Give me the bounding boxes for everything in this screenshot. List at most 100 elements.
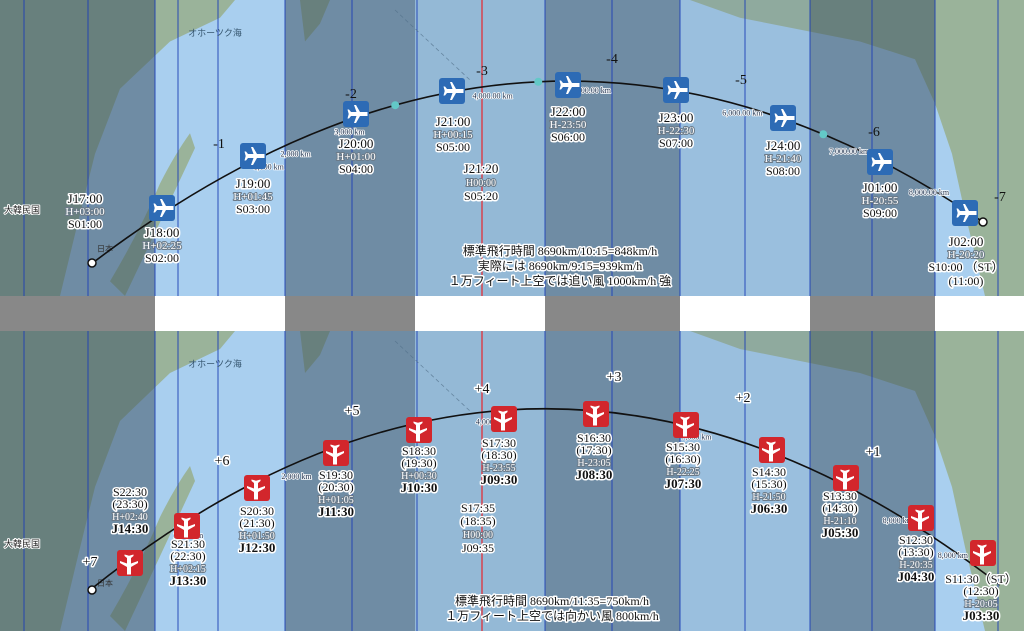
- plane-right-icon: [149, 195, 175, 221]
- plane-left-icon: [406, 417, 432, 443]
- outbound-local-time: J23:00: [659, 110, 694, 125]
- plane-left-icon: [323, 440, 349, 466]
- plane-left-icon: [673, 412, 699, 438]
- plane-left-icon: [759, 437, 785, 463]
- divider-shade: [810, 296, 935, 331]
- timezone-offset-label: +5: [345, 404, 360, 419]
- outbound-local-time: J18:00: [145, 225, 180, 240]
- distance-label: 2,000 km: [281, 472, 312, 481]
- flight-speed-note: １万フィート上空では追い風 1000km/h 強: [449, 273, 671, 288]
- flight-speed-note: １万フィート上空では向かい風 800km/h: [445, 608, 658, 623]
- return-departure-dst: (14:30): [822, 501, 857, 515]
- return-japan-time: J11:30: [318, 504, 354, 519]
- timezone-offset-label: -6: [868, 125, 880, 140]
- timezone-offset-label: -5: [735, 73, 747, 88]
- dateline-return-hawaii: H00:00: [463, 530, 493, 541]
- timezone-offset-label: -2: [345, 87, 357, 102]
- waypoint-dot: [391, 101, 400, 110]
- return-departure-dst: (20:30): [318, 480, 353, 494]
- return-departure-dst: (22:30): [170, 549, 205, 563]
- timezone-offset-label: +7: [83, 555, 98, 570]
- plane-left-icon: [583, 401, 609, 427]
- distance-label: 7,000.00 km: [829, 147, 870, 156]
- outbound-destination-time: S09:00: [863, 206, 897, 220]
- timezone-offset-label: -3: [476, 64, 488, 79]
- plane-left-icon: [174, 513, 200, 539]
- plane-right-icon: [439, 78, 465, 104]
- distance-label: 8,000.00 km: [909, 188, 950, 197]
- bottom-tz-band: [0, 331, 155, 631]
- divider-shade: [0, 296, 155, 331]
- outbound-destination-dst: (11:00): [949, 274, 984, 288]
- outbound-destination-time: S10:00 （ST）: [928, 260, 1003, 274]
- map-canvas: オホーツク海大韓民国日本オホーツク海大韓民国日本1,000 km2,000 km…: [0, 0, 1024, 631]
- plane-right-icon: [240, 143, 266, 169]
- waypoint-dot: [819, 130, 828, 139]
- return-departure-dst: (17:30): [576, 443, 611, 457]
- return-japan-time: J10:30: [401, 480, 438, 495]
- return-japan-time: J04:30: [898, 569, 935, 584]
- circle-marker-icon: [978, 217, 988, 227]
- outbound-destination-time: S03:00: [236, 202, 270, 216]
- top-tz-band: [0, 0, 155, 296]
- return-japan-time: J14:30: [112, 521, 149, 536]
- return-japan-time: J09:30: [481, 472, 518, 487]
- timezone-offset-label: +2: [736, 391, 751, 406]
- outbound-local-time: J02:00: [949, 234, 984, 249]
- waypoint-dot: [534, 77, 543, 86]
- return-departure-dst: (15:30): [751, 477, 786, 491]
- circle-marker-icon: [87, 258, 97, 268]
- return-departure-dst: (18:30): [481, 448, 516, 462]
- return-japan-time: J07:30: [665, 476, 702, 491]
- return-departure-dst: (13:30): [898, 545, 933, 559]
- return-departure-dst: (16:30): [665, 452, 700, 466]
- return-japan-time: J05:30: [822, 525, 859, 540]
- outbound-local-time: J24:00: [766, 138, 801, 153]
- return-departure-dst: (23:30): [112, 497, 147, 511]
- outbound-local-time: J20:00: [339, 136, 374, 151]
- timezone-offset-label: -4: [606, 52, 618, 67]
- plane-left-icon: [491, 406, 517, 432]
- flight-speed-note: 標準飛行時間 8690km/11:35=750km/h: [455, 593, 649, 608]
- outbound-destination-time: S06:00: [551, 130, 585, 144]
- circle-marker-icon: [87, 585, 97, 595]
- plane-left-icon: [833, 465, 859, 491]
- flight-speed-note: 標準飛行時間 8690km/10:15=848km/h: [463, 243, 657, 258]
- plane-left-icon: [117, 550, 143, 576]
- divider-shade: [545, 296, 680, 331]
- plane-right-icon: [663, 77, 689, 103]
- return-departure-dst: (21:30): [239, 516, 274, 530]
- plane-right-icon: [343, 101, 369, 127]
- timezone-offset-label: +3: [607, 370, 622, 385]
- return-japan-time: J03:30: [963, 608, 1000, 623]
- distance-label: 6,000.00 km: [722, 109, 763, 118]
- return-departure-dst: (12:30): [963, 584, 998, 598]
- distance-label: 2,000 km: [281, 150, 312, 159]
- plane-right-icon: [867, 149, 893, 175]
- timezone-offset-label: -1: [213, 137, 225, 152]
- plane-left-icon: [244, 475, 270, 501]
- plane-right-icon: [770, 105, 796, 131]
- distance-label: 8,000 km: [938, 551, 969, 560]
- plane-left-icon: [970, 540, 996, 566]
- outbound-destination-time: S07:00: [659, 136, 693, 150]
- return-japan-time: J08:30: [576, 467, 613, 482]
- flight-time-map: オホーツク海 大韓民国 日本 オホーツク海 大韓民国 日本 1,000 km 2,000 km…: [0, 0, 1024, 631]
- dateline-return-dst: (18:35): [460, 514, 495, 528]
- outbound-local-time: J21:00: [436, 114, 471, 129]
- outbound-destination-time: S02:00: [145, 251, 179, 265]
- bottom-okhotsk-label: オホーツク海: [188, 358, 242, 369]
- top-korea-label: 大韓民国: [4, 204, 40, 215]
- dateline-hawaii-time: H00:00: [466, 178, 496, 189]
- outbound-destination-time: S01:00: [68, 217, 102, 231]
- divider-shade: [285, 296, 415, 331]
- return-japan-time: J12:30: [239, 540, 276, 555]
- timezone-offset-label: +1: [866, 445, 881, 460]
- outbound-local-time: J17:00: [68, 191, 103, 206]
- outbound-destination-time: S05:00: [436, 140, 470, 154]
- bottom-korea-label: 大韓民国: [4, 538, 40, 549]
- outbound-local-time: J19:00: [236, 176, 271, 191]
- return-japan-time: J13:30: [170, 573, 207, 588]
- plane-right-icon: [952, 200, 978, 226]
- top-okhotsk-label: オホーツク海: [188, 27, 242, 38]
